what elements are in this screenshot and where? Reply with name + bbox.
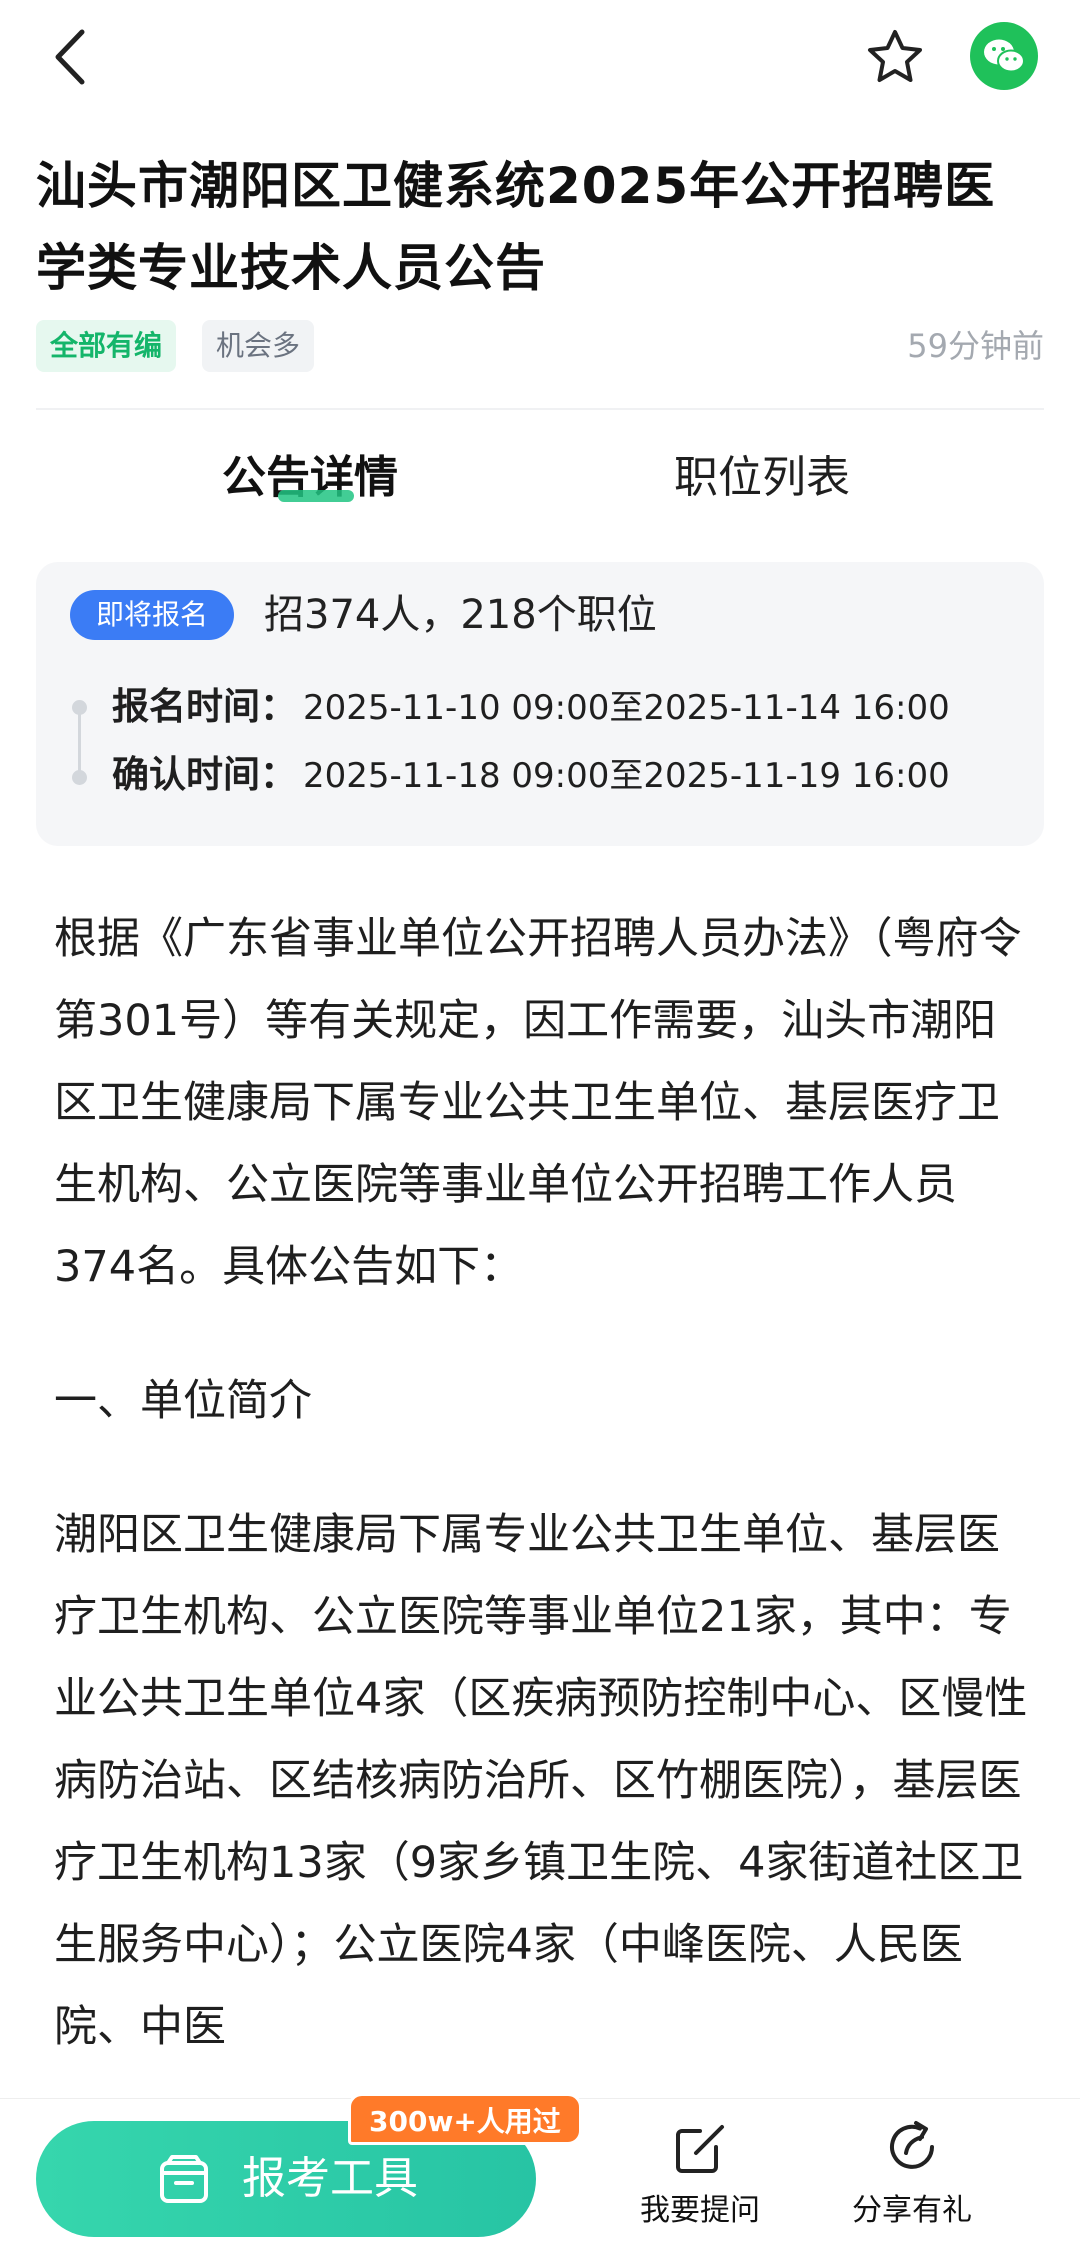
wechat-icon (984, 39, 1025, 73)
ask-question-button[interactable]: 我要提问 (610, 2109, 790, 2249)
share-arrow-icon (890, 2121, 934, 2169)
ask-question-label: 我要提问 (640, 2193, 760, 2228)
page-title: 汕头市潮阳区卫健系统2025年公开招聘医学类专业技术人员公告 (36, 157, 996, 297)
timeline-dot (72, 770, 87, 785)
share-gift-label: 分享有礼 (852, 2193, 972, 2228)
tab-position-list[interactable]: 职位列表 (674, 448, 850, 508)
exam-tools-button[interactable]: 报考工具 300w+人用过 (36, 2093, 582, 2237)
usage-badge: 300w+人用过 (348, 2093, 582, 2145)
recruitment-summary: 招374人，218个职位 (264, 592, 657, 638)
exam-tools-label: 报考工具 (242, 2153, 418, 2204)
top-bar (0, 0, 1080, 120)
confirmation-time-row: 确认时间： 2025-11-18 09:00至2025-11-19 16:00 (112, 750, 950, 801)
box-icon (160, 2155, 208, 2203)
registration-time-row: 报名时间： 2025-11-10 09:00至2025-11-14 16:00 (112, 682, 950, 733)
publish-time: 59分钟前 (907, 327, 1044, 365)
share-gift-button[interactable]: 分享有礼 (822, 2109, 1002, 2249)
bottom-action-bar: 报考工具 300w+人用过 我要提问 分享有礼 (0, 2093, 1080, 2263)
back-button[interactable] (40, 22, 100, 92)
section-heading: 一、单位简介 (54, 1376, 312, 1426)
recruitment-info-card: 即将报名 招374人，218个职位 报名时间： 2025-11-10 09:00至… (36, 562, 1044, 846)
confirmation-time-value: 2025-11-18 09:00至2025-11-19 16:00 (303, 756, 950, 796)
star-icon (868, 30, 922, 82)
tab-bar: 公告详情 职位列表 (0, 430, 1080, 540)
registration-time-value: 2025-11-10 09:00至2025-11-14 16:00 (303, 688, 950, 728)
chevron-left-icon (55, 29, 85, 85)
status-badge: 即将报名 (70, 590, 235, 640)
registration-time-label: 报名时间： (112, 685, 297, 728)
article-paragraph: 潮阳区卫生健康局下属专业公共卫生单位、基层医疗卫生机构、公立医院等事业单位21家… (54, 1510, 1028, 2052)
edit-icon (676, 2125, 724, 2173)
tag-opportunity: 机会多 (202, 320, 315, 372)
divider (36, 408, 1044, 410)
wechat-share-button[interactable] (970, 22, 1038, 90)
article-paragraph: 根据《广东省事业单位公开招聘人员办法》（粤府令第301号）等有关规定，因工作需要… (54, 914, 1022, 1292)
meta-row: 全部有编 机会多 59分钟前 (36, 320, 1044, 374)
active-tab-indicator (278, 490, 354, 502)
tag-staffing: 全部有编 (36, 320, 177, 372)
timeline-dot (72, 700, 87, 715)
article-body: 根据《广东省事业单位公开招聘人员办法》（粤府令第301号）等有关规定，因工作需要… (54, 898, 1030, 2120)
favorite-button[interactable] (860, 22, 930, 92)
confirmation-time-label: 确认时间： (112, 753, 297, 796)
notice-detail-page: 汕头市潮阳区卫健系统2025年公开招聘医学类专业技术人员公告 全部有编 机会多 … (0, 0, 1080, 2263)
